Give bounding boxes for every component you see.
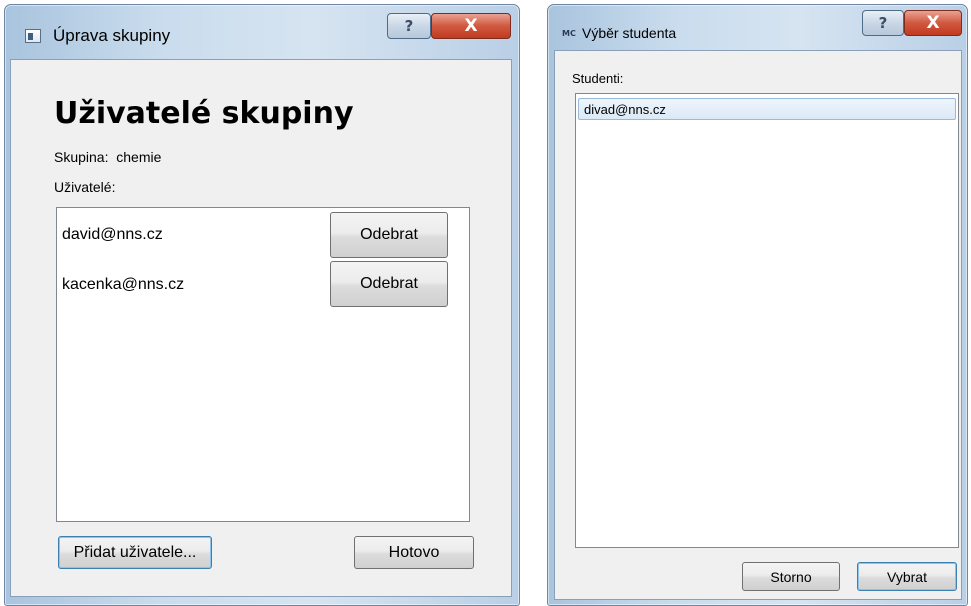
window-title: Výběr studenta: [582, 25, 677, 41]
select-student-dialog: MC Výběr studenta ? X Studenti: divad@nn…: [547, 4, 968, 606]
select-button[interactable]: Vybrat: [857, 562, 957, 591]
edit-group-dialog: Úprava skupiny ? X Uživatelé skupiny Sku…: [4, 4, 520, 606]
close-icon: X: [464, 16, 478, 36]
help-icon: ?: [878, 14, 888, 32]
help-icon: ?: [404, 17, 414, 35]
window-title: Úprava skupiny: [53, 26, 171, 45]
select-student-content: Studenti: divad@nns.cz Storno Vybrat: [554, 50, 962, 600]
user-email: kacenka@nns.cz: [62, 276, 185, 293]
remove-user-button[interactable]: Odebrat: [330, 212, 448, 258]
done-button[interactable]: Hotovo: [354, 536, 474, 569]
help-button[interactable]: ?: [387, 13, 431, 39]
student-email: divad@nns.cz: [584, 102, 666, 117]
students-label: Studenti:: [572, 71, 624, 86]
app-icon: MC: [562, 29, 576, 38]
edit-group-titlebar[interactable]: Úprava skupiny ? X: [5, 5, 519, 45]
close-button[interactable]: X: [431, 13, 511, 39]
group-label: Skupina:: [54, 149, 109, 165]
help-button[interactable]: ?: [862, 10, 904, 36]
select-student-titlebar[interactable]: MC Výběr studenta ? X: [548, 5, 967, 45]
user-email: david@nns.cz: [62, 226, 163, 243]
students-list[interactable]: divad@nns.cz: [575, 93, 959, 548]
users-list[interactable]: david@nns.cz Odebrat kacenka@nns.cz Odeb…: [56, 207, 470, 522]
edit-group-content: Uživatelé skupiny Skupina: chemie Uživat…: [10, 59, 512, 597]
list-item[interactable]: divad@nns.cz: [578, 98, 956, 120]
add-user-button[interactable]: Přidat uživatele...: [58, 536, 212, 569]
cancel-button[interactable]: Storno: [742, 562, 840, 591]
close-button[interactable]: X: [904, 10, 962, 36]
group-row: Skupina: chemie: [54, 149, 161, 165]
page-title: Uživatelé skupiny: [54, 96, 354, 131]
users-label: Uživatelé:: [54, 179, 116, 195]
remove-user-button[interactable]: Odebrat: [330, 261, 448, 307]
window-icon: [25, 29, 41, 43]
group-value: chemie: [116, 149, 162, 165]
close-icon: X: [926, 13, 940, 33]
